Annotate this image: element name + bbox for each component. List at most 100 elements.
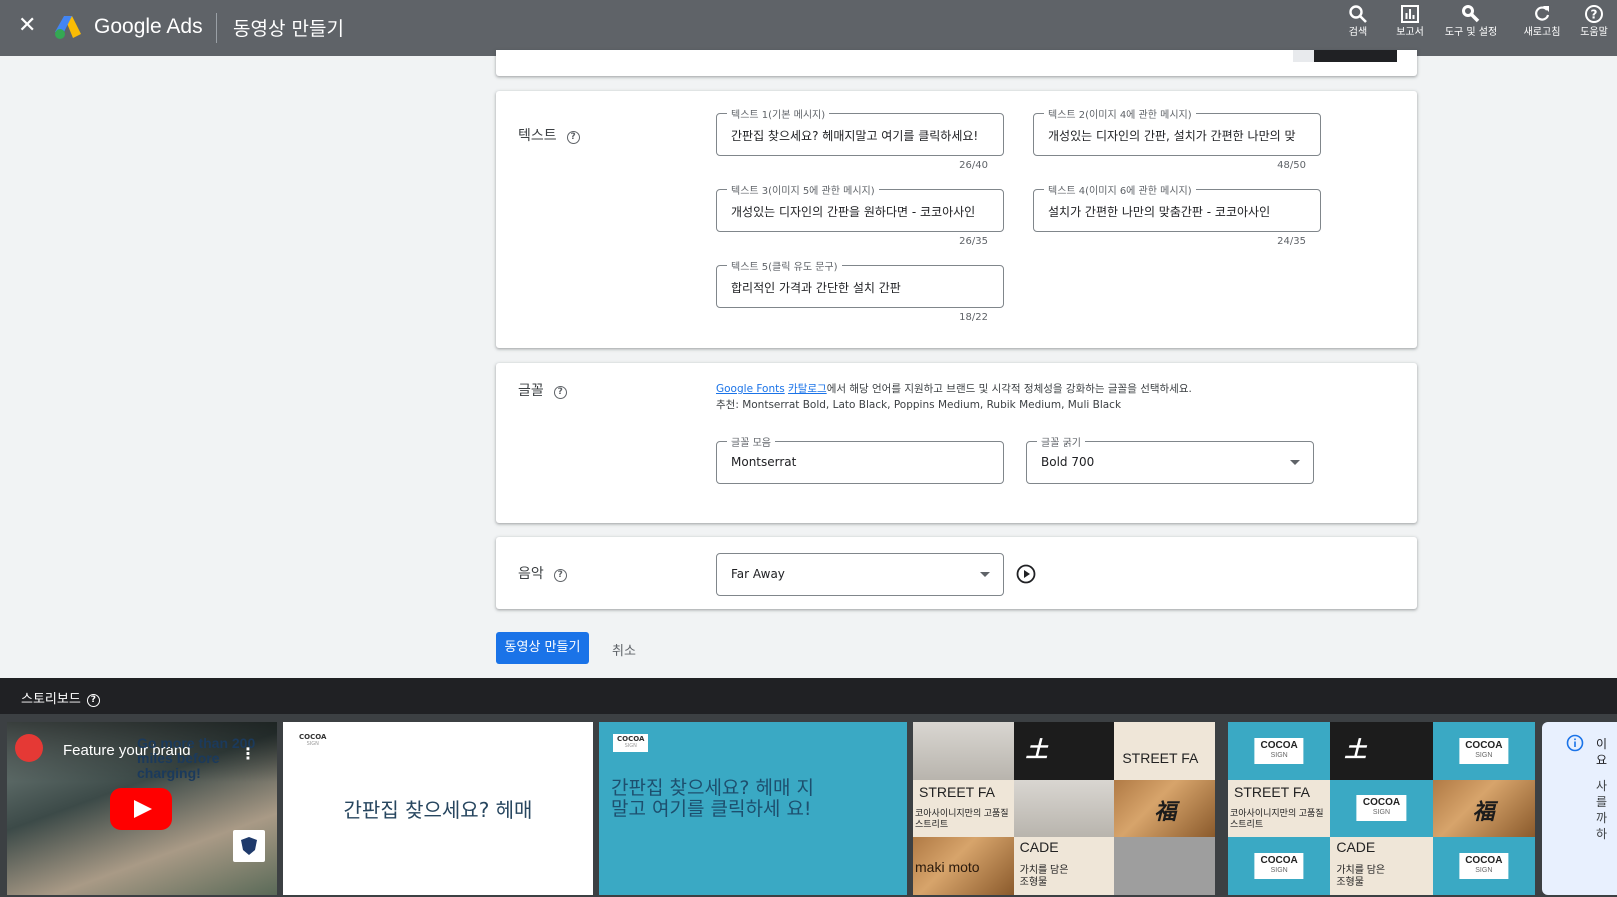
- collage-grid: COCOA SIGN 土 COCOA SIGN STREET FA 코아사이니지만의…: [1228, 722, 1535, 895]
- text-section-title: 텍스트?: [518, 125, 580, 145]
- text2-value: 개성있는 디자인의 간판, 설치가 간편한 나만의 맞: [1048, 129, 1296, 143]
- text3-value: 개성있는 디자인의 간판을 원하다면 - 코코아사인: [731, 205, 976, 219]
- storyboard-frame-4[interactable]: 土 STREET FA STREET FA 코아사이니지만의 고품질 스트리트 …: [913, 722, 1215, 895]
- collage-tile: maki moto: [913, 837, 1014, 895]
- text4-field[interactable]: 텍스트 4(이미지 6에 관한 메시지) 설치가 간편한 나만의 맞춤간판 - …: [1033, 182, 1321, 232]
- storyboard-info-card: 이 요 사 를 까 하: [1542, 722, 1617, 895]
- text5-value: 합리적인 가격과 간단한 설치 간판: [731, 281, 901, 295]
- text-section-card: 텍스트? 텍스트 1(기본 메시지) 간판집 찾으세요? 헤매지말고 여기를 클…: [496, 91, 1417, 348]
- font-weight-select[interactable]: 글꼴 굵기 Bold 700: [1026, 434, 1314, 484]
- text-section-title-label: 텍스트: [518, 128, 557, 144]
- text3-field[interactable]: 텍스트 3(이미지 5에 관한 메시지) 개성있는 디자인의 간판을 원하다면 …: [716, 182, 1004, 232]
- storyboard-title: 스토리보드?: [21, 688, 100, 707]
- collage-tile: 土: [1330, 722, 1433, 780]
- collage-tile: 福: [1114, 779, 1215, 838]
- cocoa-logo-sub: SIGN: [306, 741, 319, 747]
- help-icon[interactable]: ?: [553, 569, 567, 582]
- music-select[interactable]: Far Away: [716, 553, 1004, 596]
- cocoa-badge: COCOA SIGN: [1459, 737, 1509, 764]
- play-icon[interactable]: [1016, 564, 1036, 584]
- cocoa-badge-text: COCOA: [1362, 797, 1401, 809]
- help-icon[interactable]: ?: [566, 131, 580, 144]
- channel-avatar: [15, 734, 43, 762]
- help-icon: ?: [1585, 5, 1603, 23]
- text1-field[interactable]: 텍스트 1(기본 메시지) 간판집 찾으세요? 헤매지말고 여기를 클릭하세요!: [716, 106, 1004, 156]
- music-section-card: 음악? Far Away: [496, 537, 1417, 609]
- music-section-title-label: 음악: [518, 566, 544, 582]
- font-family-field[interactable]: 글꼴 모음 Montserrat: [716, 434, 1004, 484]
- font-section-title: 글꼴?: [518, 380, 567, 400]
- info-card-title: 이 요: [1596, 737, 1608, 767]
- text3-label: 텍스트 3(이미지 5에 관한 메시지): [727, 182, 879, 197]
- font-weight-value: Bold 700: [1041, 455, 1095, 469]
- help-icon[interactable]: ?: [86, 694, 100, 707]
- music-value: Far Away: [731, 567, 785, 581]
- collage-cade-text: CADE: [1336, 839, 1376, 856]
- info-card-text: 사 를 까 하: [1596, 779, 1608, 841]
- cocoa-badge-text: COCOA: [1465, 739, 1503, 751]
- text2-counter: 48/50: [1277, 160, 1306, 171]
- storyboard-frame-3[interactable]: COCOA SIGN 간판집 찾으세요? 헤매 지말고 여기를 클릭하세 요!: [599, 722, 907, 895]
- collage-value-text: 가치를 담은 조형물: [1336, 865, 1386, 889]
- wrench-icon: [1462, 5, 1480, 23]
- text5-counter: 18/22: [959, 312, 988, 323]
- text5-field[interactable]: 텍스트 5(클릭 유도 문구) 합리적인 가격과 간단한 설치 간판: [716, 258, 1004, 308]
- previous-section-card: [496, 50, 1417, 76]
- storyboard-frame-5[interactable]: COCOA SIGN 土 COCOA SIGN STREET FA 코아사이니지만의…: [1228, 722, 1535, 895]
- cocoa-badge-sub: SIGN: [1270, 751, 1288, 759]
- collage-tagline: 코아사이니지만의 고품질 스트리트: [1230, 807, 1324, 829]
- music-section-title: 음악?: [518, 563, 567, 583]
- font-family-value: Montserrat: [731, 455, 797, 469]
- storyboard-frame-2[interactable]: COCOA SIGN 간판집 찾으세요? 헤매: [283, 722, 593, 895]
- more-vert-icon[interactable]: ⋮: [240, 744, 256, 763]
- collage-tile: [1114, 837, 1215, 895]
- cocoa-logo: COCOA SIGN: [613, 734, 649, 752]
- cocoa-logo-text: COCOA: [299, 733, 327, 741]
- text4-value: 설치가 간편한 나만의 맞춤간판 - 코코아사인: [1048, 205, 1271, 219]
- youtube-play-icon[interactable]: [110, 788, 172, 830]
- refresh-label: 새로고침: [1523, 27, 1561, 38]
- collage-tile: COCOA SIGN: [1432, 837, 1535, 895]
- chevron-down-icon: [980, 572, 990, 577]
- collage-value-text: 가치를 담은 조형물: [1019, 865, 1069, 889]
- brand-shield-badge: [233, 830, 265, 862]
- bar-chart-icon: [1401, 5, 1419, 23]
- google-fonts-link[interactable]: Google Fonts: [716, 383, 785, 395]
- cocoa-badge: COCOA SIGN: [1459, 853, 1509, 880]
- cancel-button[interactable]: 취소: [612, 640, 636, 659]
- shield-icon: [241, 837, 257, 855]
- cocoa-badge: COCOA SIGN: [1254, 853, 1304, 880]
- cocoa-badge-text: COCOA: [1260, 739, 1298, 751]
- collage-grid: 土 STREET FA STREET FA 코아사이니지만의 고품질 스트리트 …: [913, 722, 1215, 895]
- frame2-text: 간판집 찾으세요? 헤매: [343, 798, 533, 822]
- cocoa-badge: COCOA SIGN: [1356, 795, 1407, 822]
- collage-tagline: 코아사이니지만의 고품질 스트리트: [915, 807, 1009, 829]
- cocoa-badge-text: COCOA: [1465, 855, 1503, 867]
- help-label: 도움말: [1580, 27, 1608, 38]
- close-icon[interactable]: ✕: [18, 14, 36, 38]
- page-title: 동영상 만들기: [233, 18, 344, 40]
- header-divider: [216, 13, 217, 43]
- svg-text:?: ?: [1591, 8, 1598, 22]
- previous-image-thumb: [1293, 50, 1397, 62]
- help-icon[interactable]: ?: [553, 386, 567, 399]
- reports-label: 보고서: [1396, 27, 1424, 38]
- font-section-title-label: 글꼴: [518, 383, 544, 399]
- collage-tile: CADE 가치를 담은 조형물: [1330, 837, 1433, 895]
- storyboard-frame-1[interactable]: Feature your brand Go more than 200 mile…: [7, 722, 277, 895]
- text4-counter: 24/35: [1277, 236, 1306, 247]
- text2-field[interactable]: 텍스트 2(이미지 4에 관한 메시지) 개성있는 디자인의 간판, 설치가 간…: [1033, 106, 1321, 156]
- create-video-button[interactable]: 동영상 만들기: [496, 632, 589, 664]
- reports-button[interactable]: 보고서: [1379, 4, 1441, 38]
- collage-street-text: STREET FA: [919, 783, 995, 800]
- help-button[interactable]: ? 도움말: [1571, 4, 1617, 38]
- catalog-link[interactable]: 카탈로그: [788, 383, 827, 395]
- collage-street-text: STREET FA: [1234, 783, 1310, 800]
- refresh-button[interactable]: 새로고침: [1511, 4, 1573, 38]
- tools-settings-label: 도구 및 설정: [1444, 27, 1498, 38]
- font-description-text: 에서 해당 언어를 지원하고 브랜드 및 시각적 정체성을 강화하는 글꼴을 선…: [826, 383, 1192, 395]
- tools-settings-button[interactable]: 도구 및 설정: [1442, 4, 1500, 38]
- text1-label: 텍스트 1(기본 메시지): [727, 106, 830, 121]
- frame3-text: 간판집 찾으세요? 헤매 지말고 여기를 클릭하세 요!: [611, 777, 815, 820]
- collage-tile: STREET FA 코아사이니지만의 고품질 스트리트: [1228, 779, 1331, 838]
